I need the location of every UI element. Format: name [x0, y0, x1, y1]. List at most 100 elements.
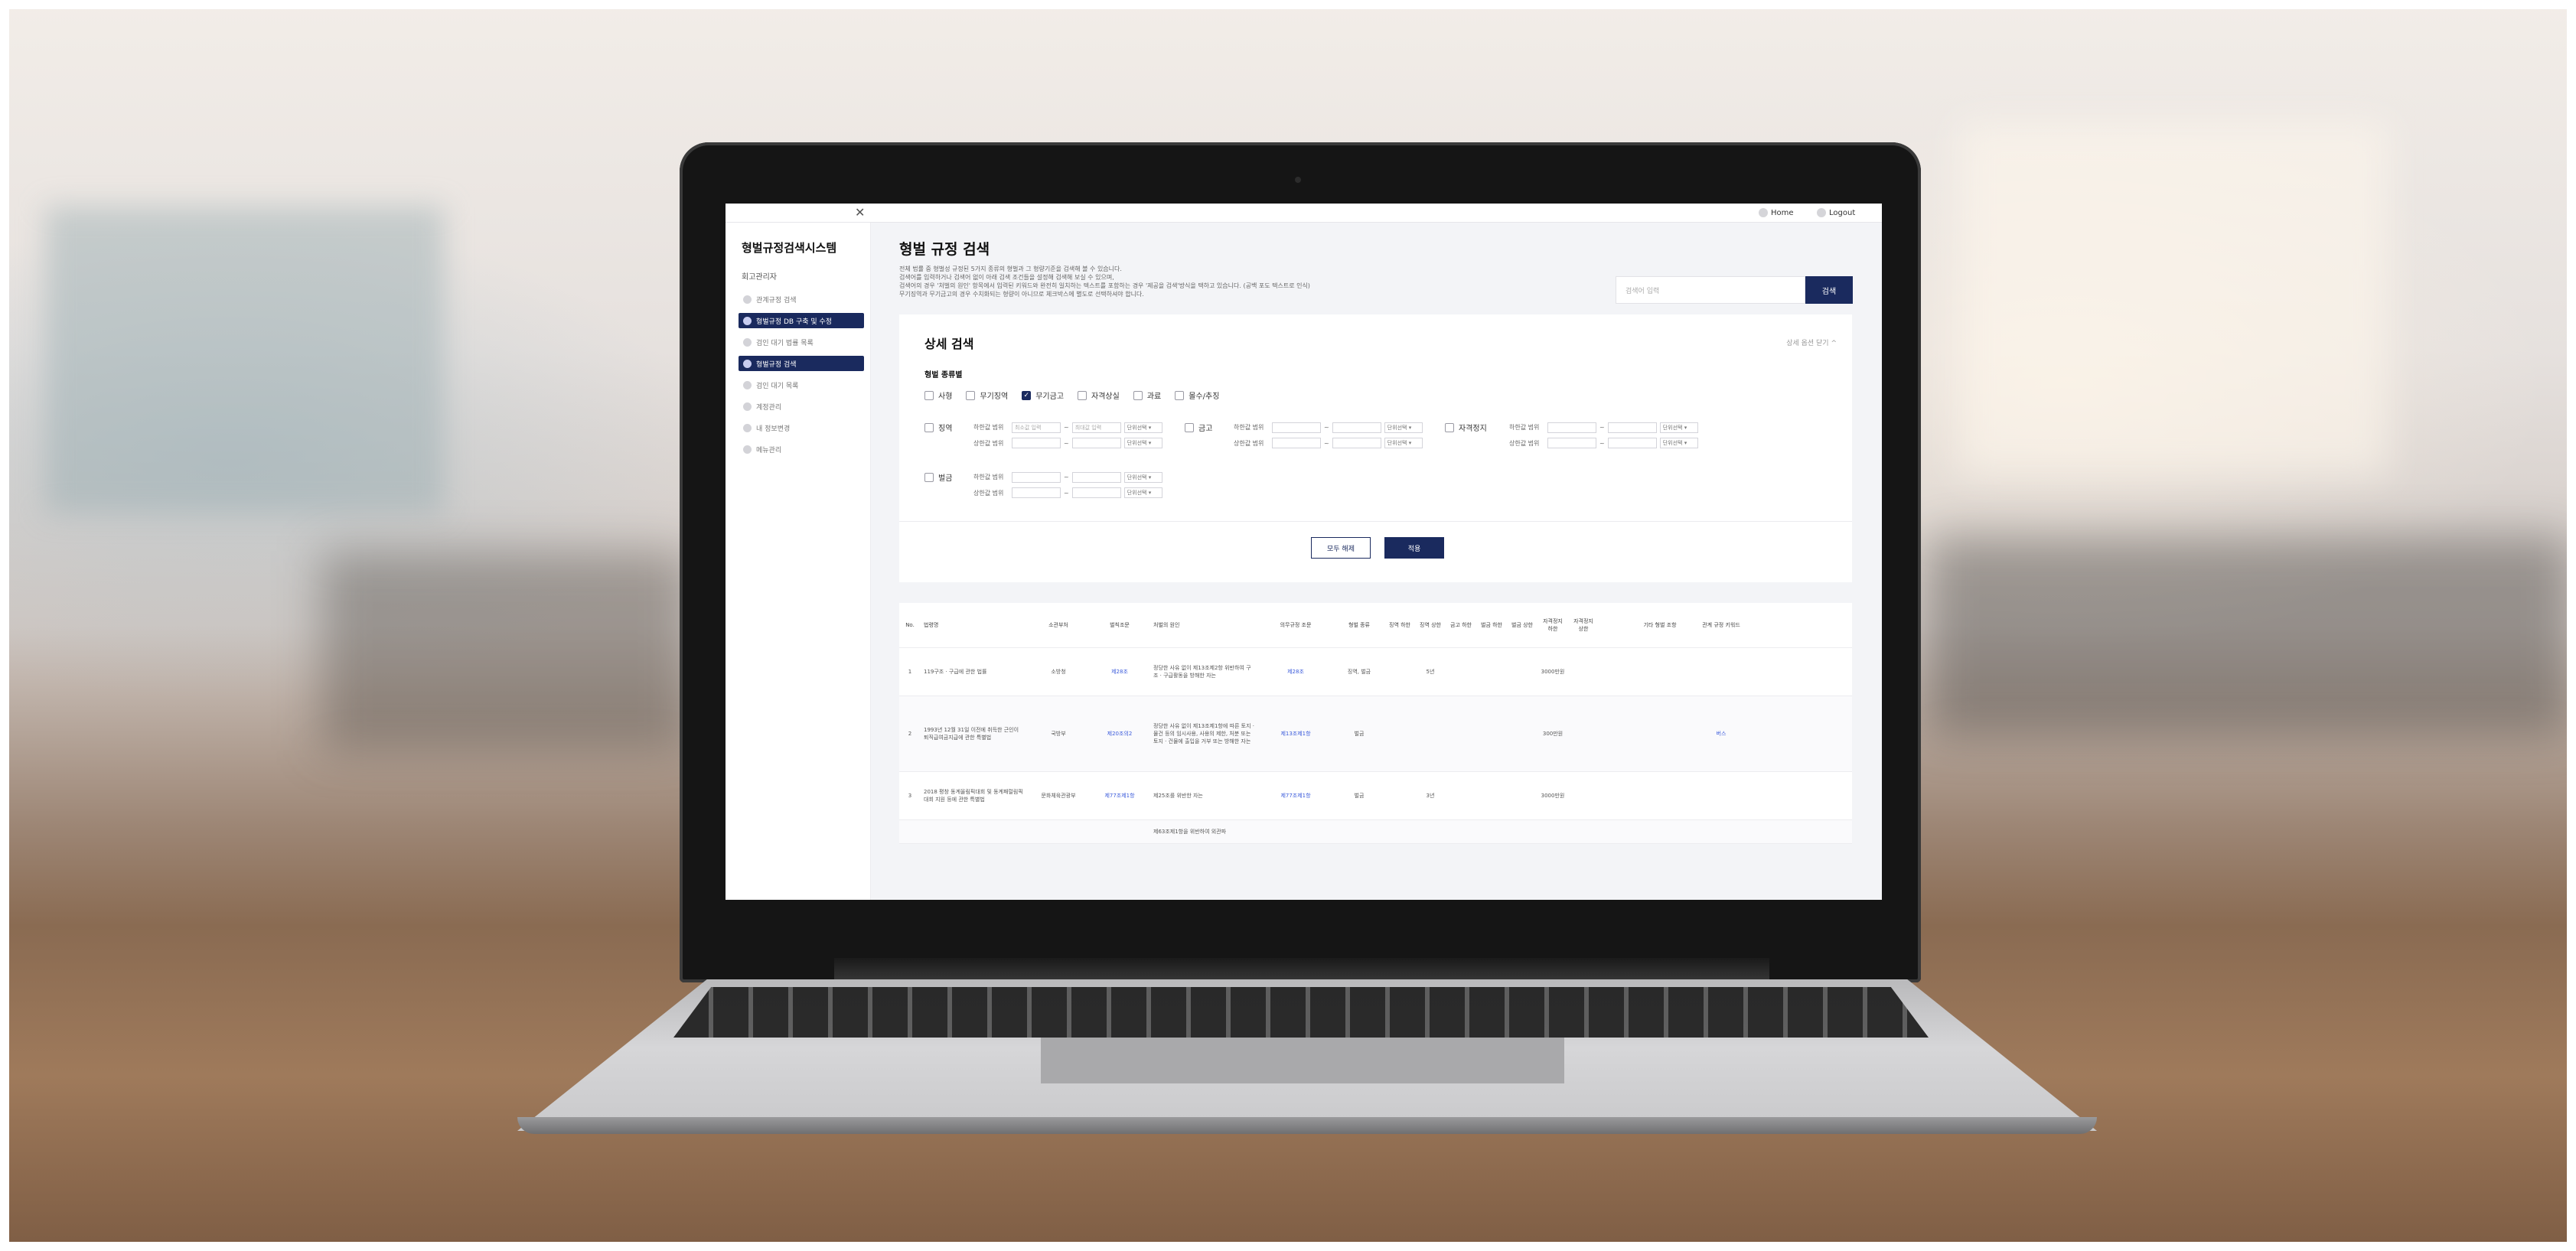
max-value-input[interactable]: 최대값 입력 [1071, 422, 1121, 433]
table-cell-link[interactable]: 제77조제1항 [1257, 792, 1334, 800]
sidebar-item-db-build[interactable]: 형벌규정 DB 구축 및 수정 [739, 313, 864, 328]
checkbox-box[interactable] [924, 390, 934, 400]
checkbox-petty-fine[interactable]: 과료 [1133, 389, 1161, 401]
background-shadow [1929, 536, 2571, 735]
close-icon[interactable]: ✕ [855, 205, 865, 220]
check-icon[interactable]: ✓ [1022, 390, 1032, 400]
checkbox-life-confinement[interactable]: ✓ 무기금고 [1022, 389, 1064, 401]
max-value-input[interactable] [1071, 438, 1121, 448]
max-value-input[interactable] [1332, 422, 1381, 433]
table-row[interactable]: 2 1993년 12월 31일 이전에 취득한 근인이 퇴직급여금지급에 관한 특… [899, 696, 1852, 772]
page-title: 형벌 규정 검색 [899, 241, 990, 258]
checkbox-box[interactable] [1133, 390, 1143, 400]
sidebar-item-related-search[interactable]: 관계규정 검색 [739, 292, 864, 307]
detail-search-panel: 상세 검색 상세 옵션 닫기 ^ 형벌 종류별 사형 무기징역 ✓ 무기금고 자격… [899, 314, 1852, 582]
table-cell-link[interactable]: 버스 [1691, 730, 1752, 738]
table-cell: 1993년 12월 31일 이전에 취득한 근인이 퇴직급여금지급에 관한 특별… [924, 727, 1019, 741]
unit-select[interactable]: 단위선택 ▾ [1123, 487, 1162, 498]
max-value-input[interactable] [1071, 471, 1121, 483]
detail-options-toggle[interactable]: 상세 옵션 닫기 ^ [1786, 337, 1837, 347]
menu-icon [743, 380, 752, 389]
sidebar-item-label: 검인 대기 법률 목록 [756, 339, 814, 347]
sidebar-item-label: 계정관리 [756, 403, 782, 412]
sidebar-item-menu-admin[interactable]: 메뉴관리 [739, 441, 864, 457]
checkbox-fine[interactable]: 벌금 [924, 471, 970, 483]
sidebar-section-label: 회고관리자 [742, 273, 777, 282]
min-value-input[interactable] [1547, 422, 1596, 433]
sidebar: 형벌규정검색시스템 회고관리자 관계규정 검색 형벌규정 DB 구축 및 수정 … [726, 223, 871, 900]
unit-select[interactable]: 단위선택 ▾ [1659, 438, 1698, 448]
sidebar-item-penalty-search[interactable]: 형벌규정 검색 [739, 356, 864, 371]
max-value-input[interactable] [1607, 438, 1657, 448]
home-label: Home [1771, 208, 1794, 217]
checkbox-box[interactable] [1445, 422, 1454, 432]
penalty-type-group-title: 형벌 종류별 [924, 371, 963, 380]
range-imprisonment: 징역 하한값 범위 최소값 입력 ~ 최대값 입력 단위선택 ▾ 상한값 범위 ~… [924, 422, 1162, 448]
sidebar-item-pending-laws[interactable]: 검인 대기 법률 목록 [739, 334, 864, 350]
table-cell: 벌금 [1354, 793, 1365, 799]
menu-icon [743, 337, 752, 347]
min-value-input[interactable]: 최소값 입력 [1012, 422, 1061, 433]
search-input[interactable]: 검색어 입력 [1616, 276, 1805, 304]
range-min-label: 하한값 범위 [1234, 424, 1264, 431]
checkbox-imprisonment[interactable]: 징역 [924, 422, 970, 433]
apply-button[interactable]: 적용 [1384, 537, 1444, 559]
search-button[interactable]: 검색 [1805, 276, 1853, 304]
max-value-input[interactable] [1332, 438, 1381, 448]
unit-select[interactable]: 단위선택 ▾ [1123, 471, 1162, 483]
sidebar-item-my-info[interactable]: 내 정보변경 [739, 420, 864, 435]
checkbox-confinement[interactable]: 금고 [1185, 422, 1231, 433]
table-cell-link[interactable]: 제77조제1항 [1089, 792, 1150, 800]
table-cell-link[interactable]: 제13조제1항 [1257, 730, 1334, 738]
max-value-input[interactable] [1071, 487, 1121, 498]
background-window [46, 207, 444, 513]
checkbox-confiscation[interactable]: 몰수/추징 [1175, 389, 1219, 401]
min-value-input[interactable] [1272, 438, 1321, 448]
checkbox-death-penalty[interactable]: 사형 [924, 389, 952, 401]
range-suspension: 자격정지 하한값 범위 ~ 단위선택 ▾ 상한값 범위 ~ 단위선택 ▾ [1445, 422, 1698, 448]
unit-select[interactable]: 단위선택 ▾ [1123, 422, 1162, 433]
checkbox-label: 금고 [1198, 425, 1213, 433]
checkbox-suspension[interactable]: 자격정지 [1445, 422, 1506, 433]
table-row[interactable]: 3 2018 평창 동계올림픽대회 및 동계패럴림픽대회 지원 등에 관한 특별법… [899, 772, 1852, 820]
unit-select[interactable]: 단위선택 ▾ [1123, 438, 1162, 448]
table-row[interactable]: 1 119구조 · 구급에 관한 법률 소방청 제28조 정당한 사유 없이 제13조제… [899, 648, 1852, 696]
checkbox-disqualification[interactable]: 자격상실 [1078, 389, 1120, 401]
unit-select[interactable]: 단위선택 ▾ [1384, 422, 1423, 433]
checkbox-box[interactable] [1078, 390, 1087, 400]
checkbox-box[interactable] [924, 472, 934, 482]
table-cell-link[interactable]: 제28조 [1257, 668, 1334, 676]
table-cell-link[interactable]: 제20조의2 [1089, 730, 1150, 738]
table-cell: 2 [908, 731, 912, 737]
description-line: 검색어를 입력하거나 검색어 없이 아래 검색 조건들을 설정해 검색해 보실 … [899, 274, 1114, 281]
range-max-label: 상한값 범위 [973, 489, 1004, 497]
sidebar-item-accounts[interactable]: 계정관리 [739, 399, 864, 414]
laptop-keyboard [673, 987, 1929, 1038]
checkbox-life-imprisonment[interactable]: 무기징역 [966, 389, 1008, 401]
sidebar-item-pending-list[interactable]: 검인 대기 목록 [739, 377, 864, 393]
max-value-input[interactable] [1607, 422, 1657, 433]
checkbox-box[interactable] [966, 390, 976, 400]
column-header: 벌칙조문 [1110, 622, 1130, 628]
logout-link[interactable]: Logout [1817, 208, 1855, 217]
table-header: No. 법령명 소관부처 벌칙조문 처벌의 원인 의무규정 조문 형벌 종류 징… [899, 603, 1852, 648]
menu-icon [743, 295, 752, 304]
range-max-label: 상한값 범위 [1509, 439, 1540, 447]
home-link[interactable]: Home [1759, 208, 1794, 217]
checkbox-box[interactable] [1175, 390, 1185, 400]
table-cell-link[interactable]: 제28조 [1089, 668, 1150, 676]
min-value-input[interactable] [1272, 422, 1321, 433]
unit-select[interactable]: 단위선택 ▾ [1659, 422, 1698, 433]
reset-button[interactable]: 모두 해제 [1311, 537, 1371, 559]
checkbox-box[interactable] [924, 422, 934, 432]
min-value-input[interactable] [1547, 438, 1596, 448]
table-cell: 300만원 [1542, 731, 1564, 737]
table-cell: 제63조제1항을 위반하여 외관파 [1153, 829, 1227, 835]
min-value-input[interactable] [1012, 438, 1061, 448]
table-row[interactable]: 제63조제1항을 위반하여 외관파 [899, 820, 1852, 844]
min-value-input[interactable] [1012, 487, 1061, 498]
column-header: 처벌의 원인 [1153, 622, 1180, 628]
unit-select[interactable]: 단위선택 ▾ [1384, 438, 1423, 448]
min-value-input[interactable] [1012, 471, 1061, 483]
checkbox-box[interactable] [1185, 422, 1194, 432]
